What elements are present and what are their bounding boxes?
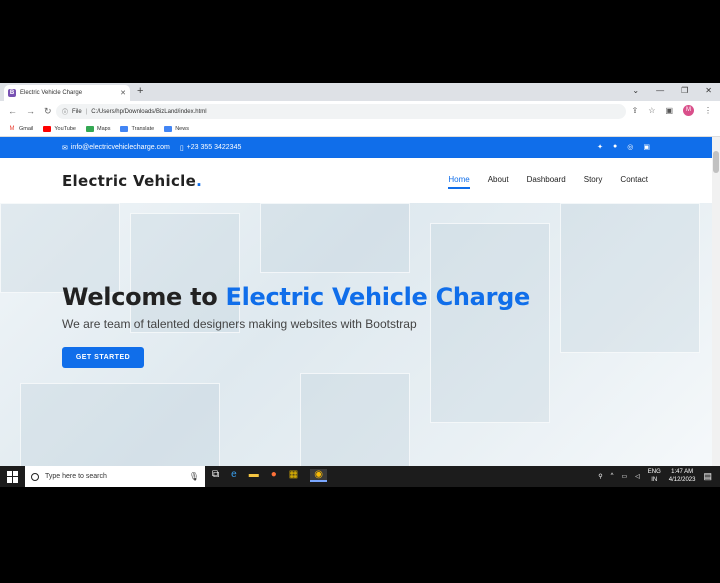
volume-icon[interactable]: ◁ (635, 473, 640, 480)
lang-region: IN (651, 477, 658, 483)
facebook-icon[interactable]: ● (613, 143, 617, 151)
media-app-icon[interactable]: ▦ (289, 469, 298, 482)
bookmark-label: YouTube (54, 125, 76, 132)
instagram-icon[interactable]: ◎ (627, 143, 633, 151)
hero-bg-panel (560, 203, 700, 353)
task-view-icon[interactable]: ⧉ (212, 469, 219, 482)
bookmark-label: News (175, 125, 189, 132)
search-icon (31, 472, 39, 481)
clock-time: 1:47 AM (671, 469, 694, 475)
browser-window: B Electric Vehicle Charge ✕ + ⌄ — ❐ ✕ ← … (0, 83, 720, 487)
phone-contact: ▯ +23 355 3422345 (180, 144, 242, 152)
nav-contact[interactable]: Contact (620, 175, 648, 189)
share-icon[interactable]: ⇪ (632, 106, 639, 115)
language-indicator[interactable]: ENG IN (648, 468, 661, 484)
bookmark-youtube[interactable]: YouTube (43, 125, 76, 132)
notification-icon[interactable]: ▤ (703, 471, 712, 482)
restore-icon[interactable]: ❐ (681, 86, 688, 95)
hero-title-accent: Electric Vehicle Charge (225, 283, 531, 311)
url-prefix: File (72, 108, 82, 115)
bookmark-translate[interactable]: Translate (120, 125, 155, 132)
bookmarks-bar: M Gmail YouTube Maps Translate News (0, 121, 720, 137)
chrome-icon[interactable]: ◉ (310, 469, 327, 482)
gmail-icon: M (9, 125, 15, 132)
envelope-icon: ✉ (62, 144, 68, 152)
hero-subtitle: We are team of talented designers making… (62, 317, 417, 331)
profile-avatar[interactable]: M (683, 105, 694, 116)
forward-icon[interactable]: → (26, 106, 36, 116)
search-placeholder: Type here to search (45, 473, 107, 480)
bootstrap-favicon-icon: B (8, 89, 16, 97)
translate-icon (120, 125, 129, 132)
info-icon[interactable]: ⓘ (62, 107, 68, 116)
hero-title: Welcome to Electric Vehicle Charge (62, 283, 530, 311)
site-logo[interactable]: Electric Vehicle. (62, 172, 202, 190)
hero-bg-panel (430, 223, 550, 423)
phone-icon: ▯ (179, 144, 184, 152)
tray-chevron-icon[interactable]: ^ (611, 473, 614, 479)
tab-title: Electric Vehicle Charge (20, 90, 83, 96)
top-contact-bar: ✉ info@electricvehiclecharge.com ▯ +23 3… (0, 137, 712, 158)
hero-title-plain: Welcome to (62, 283, 226, 311)
clock-date: 4/12/2023 (668, 477, 696, 483)
nav-story[interactable]: Story (584, 175, 603, 189)
menu-kebab-icon[interactable]: ⋮ (704, 106, 712, 115)
bookmark-label: Maps (97, 125, 111, 132)
site-header: Electric Vehicle. Home About Dashboard S… (0, 158, 712, 203)
hero-bg-panel (130, 213, 240, 333)
new-tab-icon[interactable]: + (137, 85, 143, 97)
scrollbar-thumb[interactable] (713, 151, 719, 173)
network-icon[interactable]: ▭ (621, 473, 627, 480)
hero-section: Welcome to Electric Vehicle Charge We ar… (0, 203, 712, 487)
address-bar: ← → ↻ ⓘ File | C:/Users/hp/Downloads/Biz… (0, 101, 720, 121)
email-text: info@electricvehiclecharge.com (70, 144, 170, 151)
windows-taskbar: Type here to search 🎙 ⧉ e ▬ ● ▦ ◉ ⚲ ^ ▭ … (0, 466, 720, 487)
get-started-button[interactable]: GET STARTED (62, 347, 144, 368)
microphone-icon[interactable]: 🎙 (189, 472, 199, 481)
phone-text: +23 355 3422345 (186, 144, 242, 151)
file-explorer-icon[interactable]: ▬ (249, 469, 259, 482)
tab-search-chevron-icon[interactable]: ⌄ (632, 86, 639, 95)
nav-home[interactable]: Home (448, 175, 470, 189)
windows-start-icon[interactable] (7, 470, 19, 483)
logo-dot: . (196, 171, 203, 190)
webpage: ✉ info@electricvehiclecharge.com ▯ +23 3… (0, 137, 712, 487)
bookmark-label: Translate (131, 125, 155, 132)
maps-icon (86, 125, 94, 132)
hero-bg-panel (0, 203, 120, 293)
side-panel-icon[interactable]: ▣ (665, 106, 673, 115)
logo-text: Electric Vehicle (62, 171, 197, 190)
news-icon (164, 125, 173, 132)
bookmark-star-icon[interactable]: ☆ (648, 106, 655, 115)
main-nav: Home About Dashboard Story Contact (448, 175, 648, 189)
url-input[interactable]: ⓘ File | C:/Users/hp/Downloads/BizLand/i… (56, 104, 626, 119)
close-tab-icon[interactable]: ✕ (120, 89, 126, 97)
back-icon[interactable]: ← (8, 106, 18, 116)
close-window-icon[interactable]: ✕ (705, 86, 712, 95)
people-icon[interactable]: ⚲ (598, 473, 602, 480)
url-separator: | (85, 108, 88, 115)
tab-strip: B Electric Vehicle Charge ✕ + ⌄ — ❐ ✕ (0, 83, 720, 101)
twitter-icon[interactable]: ✦ (597, 143, 603, 151)
hero-bg-panel (260, 203, 410, 273)
youtube-icon (43, 125, 52, 132)
taskbar-search-input[interactable]: Type here to search 🎙 (25, 466, 205, 487)
reload-icon[interactable]: ↻ (44, 106, 54, 117)
url-text: C:/Users/hp/Downloads/BizLand/index.html (91, 108, 207, 115)
minimize-icon[interactable]: — (656, 86, 664, 95)
browser-tab[interactable]: B Electric Vehicle Charge ✕ (4, 85, 130, 101)
lang-code: ENG (647, 469, 661, 475)
taskbar-clock[interactable]: 1:47 AM 4/12/2023 (669, 468, 696, 484)
bookmark-news[interactable]: News (164, 125, 189, 132)
firefox-icon[interactable]: ● (271, 469, 277, 482)
page-scrollbar[interactable] (712, 137, 720, 487)
nav-dashboard[interactable]: Dashboard (527, 175, 566, 189)
bookmark-label: Gmail (19, 125, 34, 132)
bookmark-maps[interactable]: Maps (86, 125, 111, 132)
nav-about[interactable]: About (488, 175, 509, 189)
bookmark-gmail[interactable]: M Gmail (8, 125, 34, 132)
edge-icon[interactable]: e (231, 469, 237, 482)
email-contact[interactable]: ✉ info@electricvehiclecharge.com (62, 144, 170, 152)
linkedin-icon[interactable]: ▣ (643, 143, 650, 151)
